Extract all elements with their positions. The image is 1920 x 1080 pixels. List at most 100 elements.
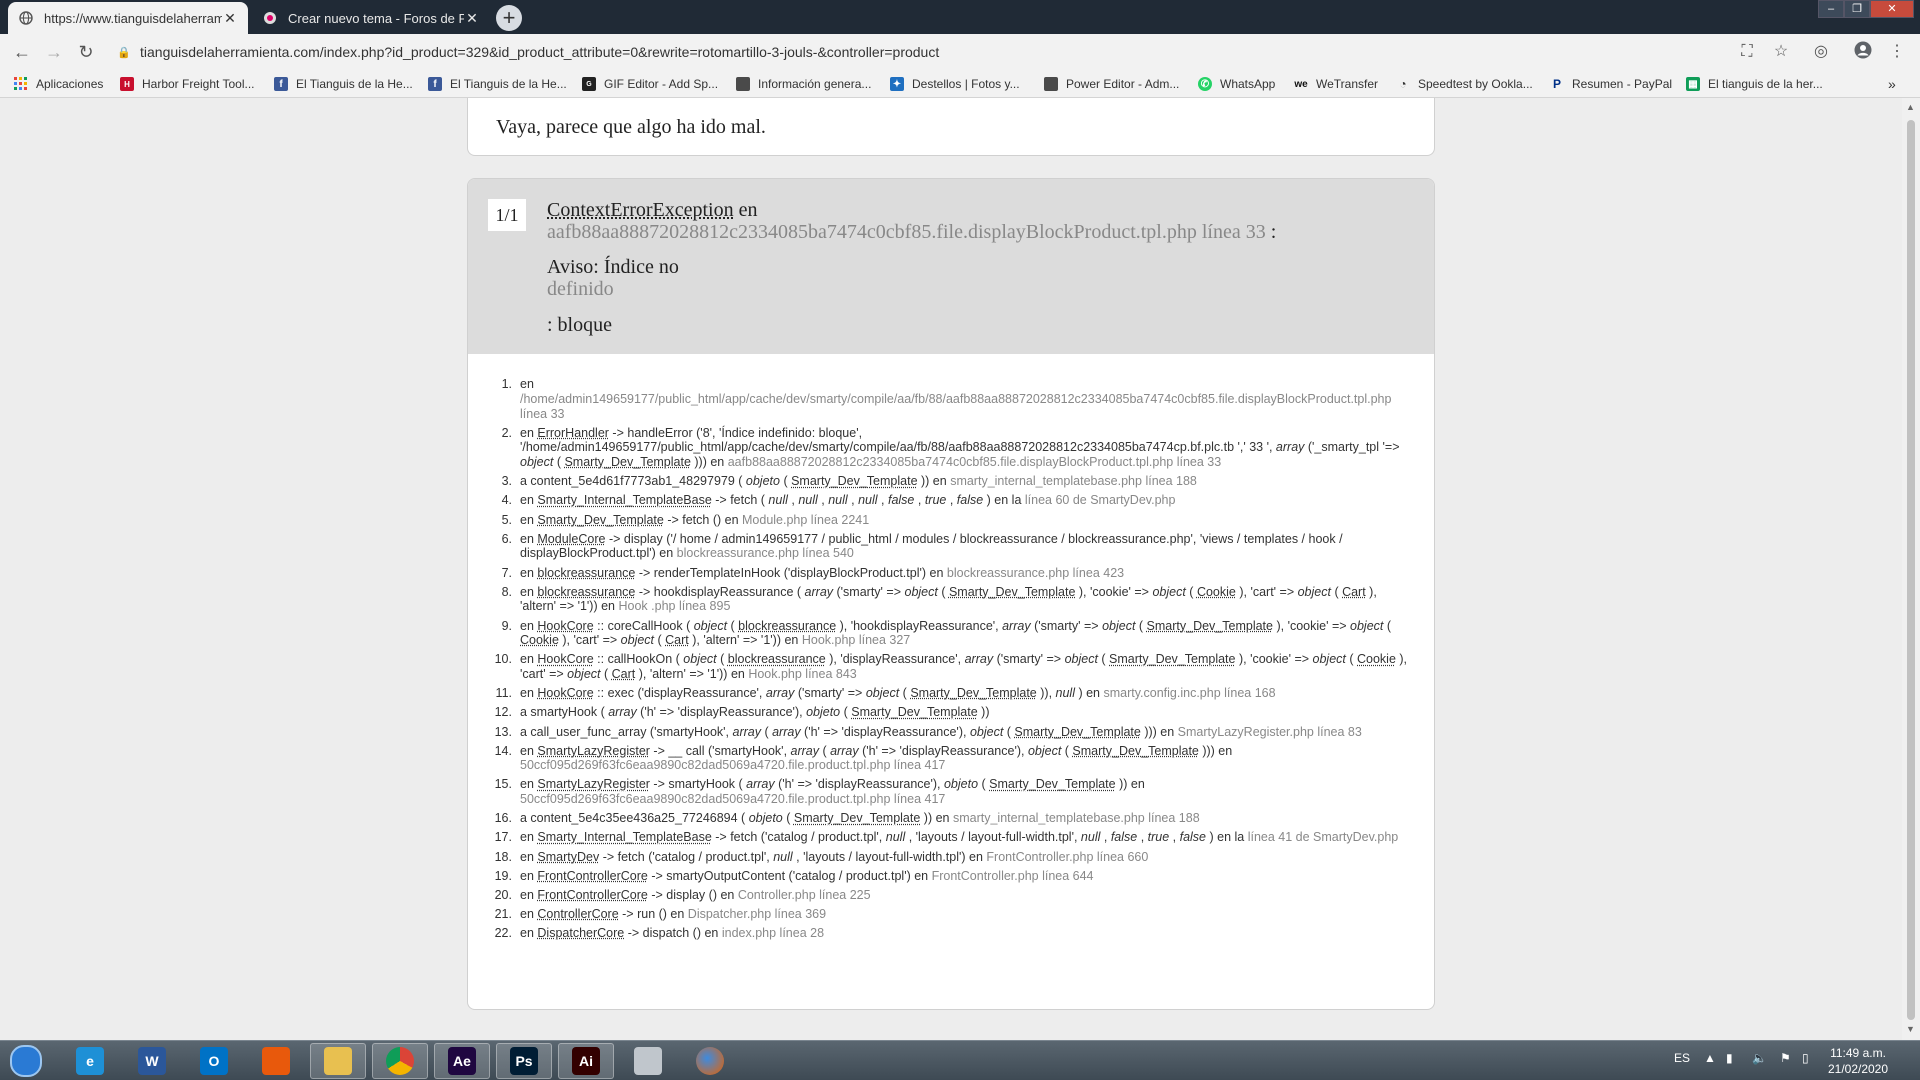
stack-trace-number: 16. [494,811,512,826]
taskbar-internet-explorer[interactable]: e [62,1043,118,1079]
class-link[interactable]: Smarty_Dev_Template [851,705,977,719]
class-link[interactable]: HookCore [537,619,593,633]
class-link[interactable]: Cookie [1197,585,1236,599]
class-link[interactable]: HookCore [537,686,593,700]
taskbar-after-effects[interactable]: Ae [434,1043,490,1079]
profile-avatar-icon[interactable] [1852,41,1874,63]
close-tab-icon[interactable]: ✕ [222,10,238,27]
close-tab-icon[interactable]: ✕ [464,10,480,27]
class-link[interactable]: Smarty_Dev_Template [989,777,1115,791]
address-bar[interactable]: 🔒 tianguisdelaherramienta.com/index.php?… [108,39,1748,65]
class-link[interactable]: Smarty_Dev_Template [537,513,663,527]
bookmark-item[interactable]: H Harbor Freight Tool... [120,75,255,93]
system-clock[interactable]: 11:49 a.m. 21/02/2020 [1818,1045,1898,1077]
class-link[interactable]: blockreassurance [738,619,836,633]
bookmark-item[interactable]: ✦ Destellos | Fotos y... [890,75,1020,93]
class-link[interactable]: Smarty_Dev_Template [949,585,1075,599]
class-link[interactable]: Smarty_Dev_Template [1147,619,1273,633]
file-reference: Hook.php línea 327 [801,633,911,648]
bookmark-label: GIF Editor - Add Sp... [604,77,719,91]
bookmark-item[interactable]: we WeTransfer [1294,75,1378,93]
tab-tianguis[interactable]: https://www.tianguisdelaherramienta ✕ [8,2,248,34]
stack-trace-number: 13. [494,724,512,739]
class-link[interactable]: ErrorHandler [537,426,609,440]
new-tab-button[interactable]: + [496,5,522,31]
taskbar-outlook[interactable]: O [186,1043,242,1079]
class-link[interactable]: Cookie [520,633,559,647]
class-link[interactable]: Smarty_Dev_Template [1109,652,1235,666]
bookmark-item[interactable]: f El Tianguis de la He... [428,75,567,93]
forward-arrow-icon[interactable]: → [42,41,66,63]
stack-trace-number: 6. [501,531,512,546]
exception-card: 1/1 ContextErrorException en aafb88aa888… [467,178,1435,1010]
stack-trace-number: 21. [494,906,512,921]
class-link[interactable]: Smarty_Internal_TemplateBase [537,830,711,844]
bookmark-item[interactable]: ◔ Speedtest by Ookla... [1396,75,1532,93]
class-link[interactable]: ModuleCore [537,532,605,546]
scroll-down-arrow-icon[interactable]: ▼ [1906,1024,1915,1034]
class-link[interactable]: FrontControllerCore [537,888,647,902]
class-link[interactable]: Cart [665,633,689,647]
back-arrow-icon[interactable]: ← [10,41,34,63]
class-link[interactable]: SmartyLazyRegister [537,744,650,758]
class-link[interactable]: blockreassurance [537,566,635,580]
class-link[interactable]: Smarty_Dev_Template [564,455,690,469]
class-link[interactable]: Cart [612,667,636,681]
taskbar-start-button[interactable] [0,1043,52,1079]
maximize-window-button[interactable]: ❐ [1844,0,1870,18]
class-link[interactable]: Smarty_Dev_Template [1014,725,1140,739]
taskbar-firefox[interactable] [682,1043,738,1079]
translate-icon[interactable]: ⛶ [1736,41,1758,63]
taskbar-illustrator[interactable]: Ai [558,1043,614,1079]
network-icon[interactable]: ▮ [1726,1051,1733,1065]
action-center-icon[interactable]: ⚑ [1780,1051,1791,1065]
taskbar-paint[interactable] [620,1043,676,1079]
bookmarks-overflow-icon[interactable]: » [1888,75,1896,93]
taskbar-photoshop[interactable]: Ps [496,1043,552,1079]
class-link[interactable]: blockreassurance [728,652,826,666]
bookmark-star-icon[interactable]: ☆ [1770,41,1792,63]
bookmark-item[interactable]: P Resumen - PayPal [1550,75,1672,93]
class-link[interactable]: SmartyDev [537,850,599,864]
menu-kebab-icon[interactable]: ⋮ [1886,41,1908,63]
bookmark-item[interactable]: Power Editor - Adm... [1044,75,1179,93]
windows-orb-icon [10,1045,42,1077]
bookmark-item[interactable]: f El Tianguis de la He... [274,75,413,93]
bookmark-item[interactable]: G GIF Editor - Add Sp... [582,75,718,93]
minimize-window-button[interactable]: – [1818,0,1844,18]
class-link[interactable]: Smarty_Dev_Template [794,811,920,825]
class-link[interactable]: Smarty_Dev_Template [1072,744,1198,758]
extension-icon[interactable]: ◎ [1810,41,1832,63]
scrollbar-thumb[interactable] [1907,120,1915,1020]
language-indicator[interactable]: ES [1674,1051,1690,1065]
taskbar-chrome[interactable] [372,1043,428,1079]
reload-icon[interactable]: ↻ [74,41,98,63]
volume-icon[interactable]: 🔈 [1752,1051,1767,1065]
taskbar-office[interactable] [248,1043,304,1079]
vertical-scrollbar[interactable]: ▲ ▼ [1902,98,1920,1040]
class-link[interactable]: blockreassurance [537,585,635,599]
class-link[interactable]: ControllerCore [537,907,618,921]
class-link[interactable]: Smarty_Internal_TemplateBase [537,493,711,507]
stack-trace-item: 6. en ModuleCore -> display ('/ home / ad… [502,532,1408,562]
taskbar-word[interactable]: W [124,1043,180,1079]
class-link[interactable]: HookCore [537,652,593,666]
bookmark-item[interactable]: Información genera... [736,75,871,93]
tab-foros-prestashop[interactable]: Crear nuevo tema - Foros de Pre ✕ [252,2,490,34]
class-link[interactable]: Cart [1342,585,1366,599]
class-link[interactable]: Smarty_Dev_Template [910,686,1036,700]
bookmark-item[interactable]: ▦ El tianguis de la her... [1686,75,1823,93]
bookmark-item[interactable]: Aplicaciones [14,75,103,93]
scroll-up-arrow-icon[interactable]: ▲ [1906,102,1915,112]
power-icon[interactable]: ▯ [1802,1051,1809,1065]
class-link[interactable]: Smarty_Dev_Template [791,474,917,488]
class-link[interactable]: DispatcherCore [537,926,624,940]
class-link[interactable]: FrontControllerCore [537,869,647,883]
class-link[interactable]: Cookie [1357,652,1396,666]
tray-expand-icon[interactable]: ▲ [1704,1051,1716,1065]
close-window-button[interactable]: ✕ [1870,0,1914,18]
bookmark-item[interactable]: ✆ WhatsApp [1198,75,1275,93]
taskbar-explorer[interactable] [310,1043,366,1079]
stack-trace-item: 20. en FrontControllerCore -> display () … [495,888,1408,903]
class-link[interactable]: SmartyLazyRegister [537,777,650,791]
